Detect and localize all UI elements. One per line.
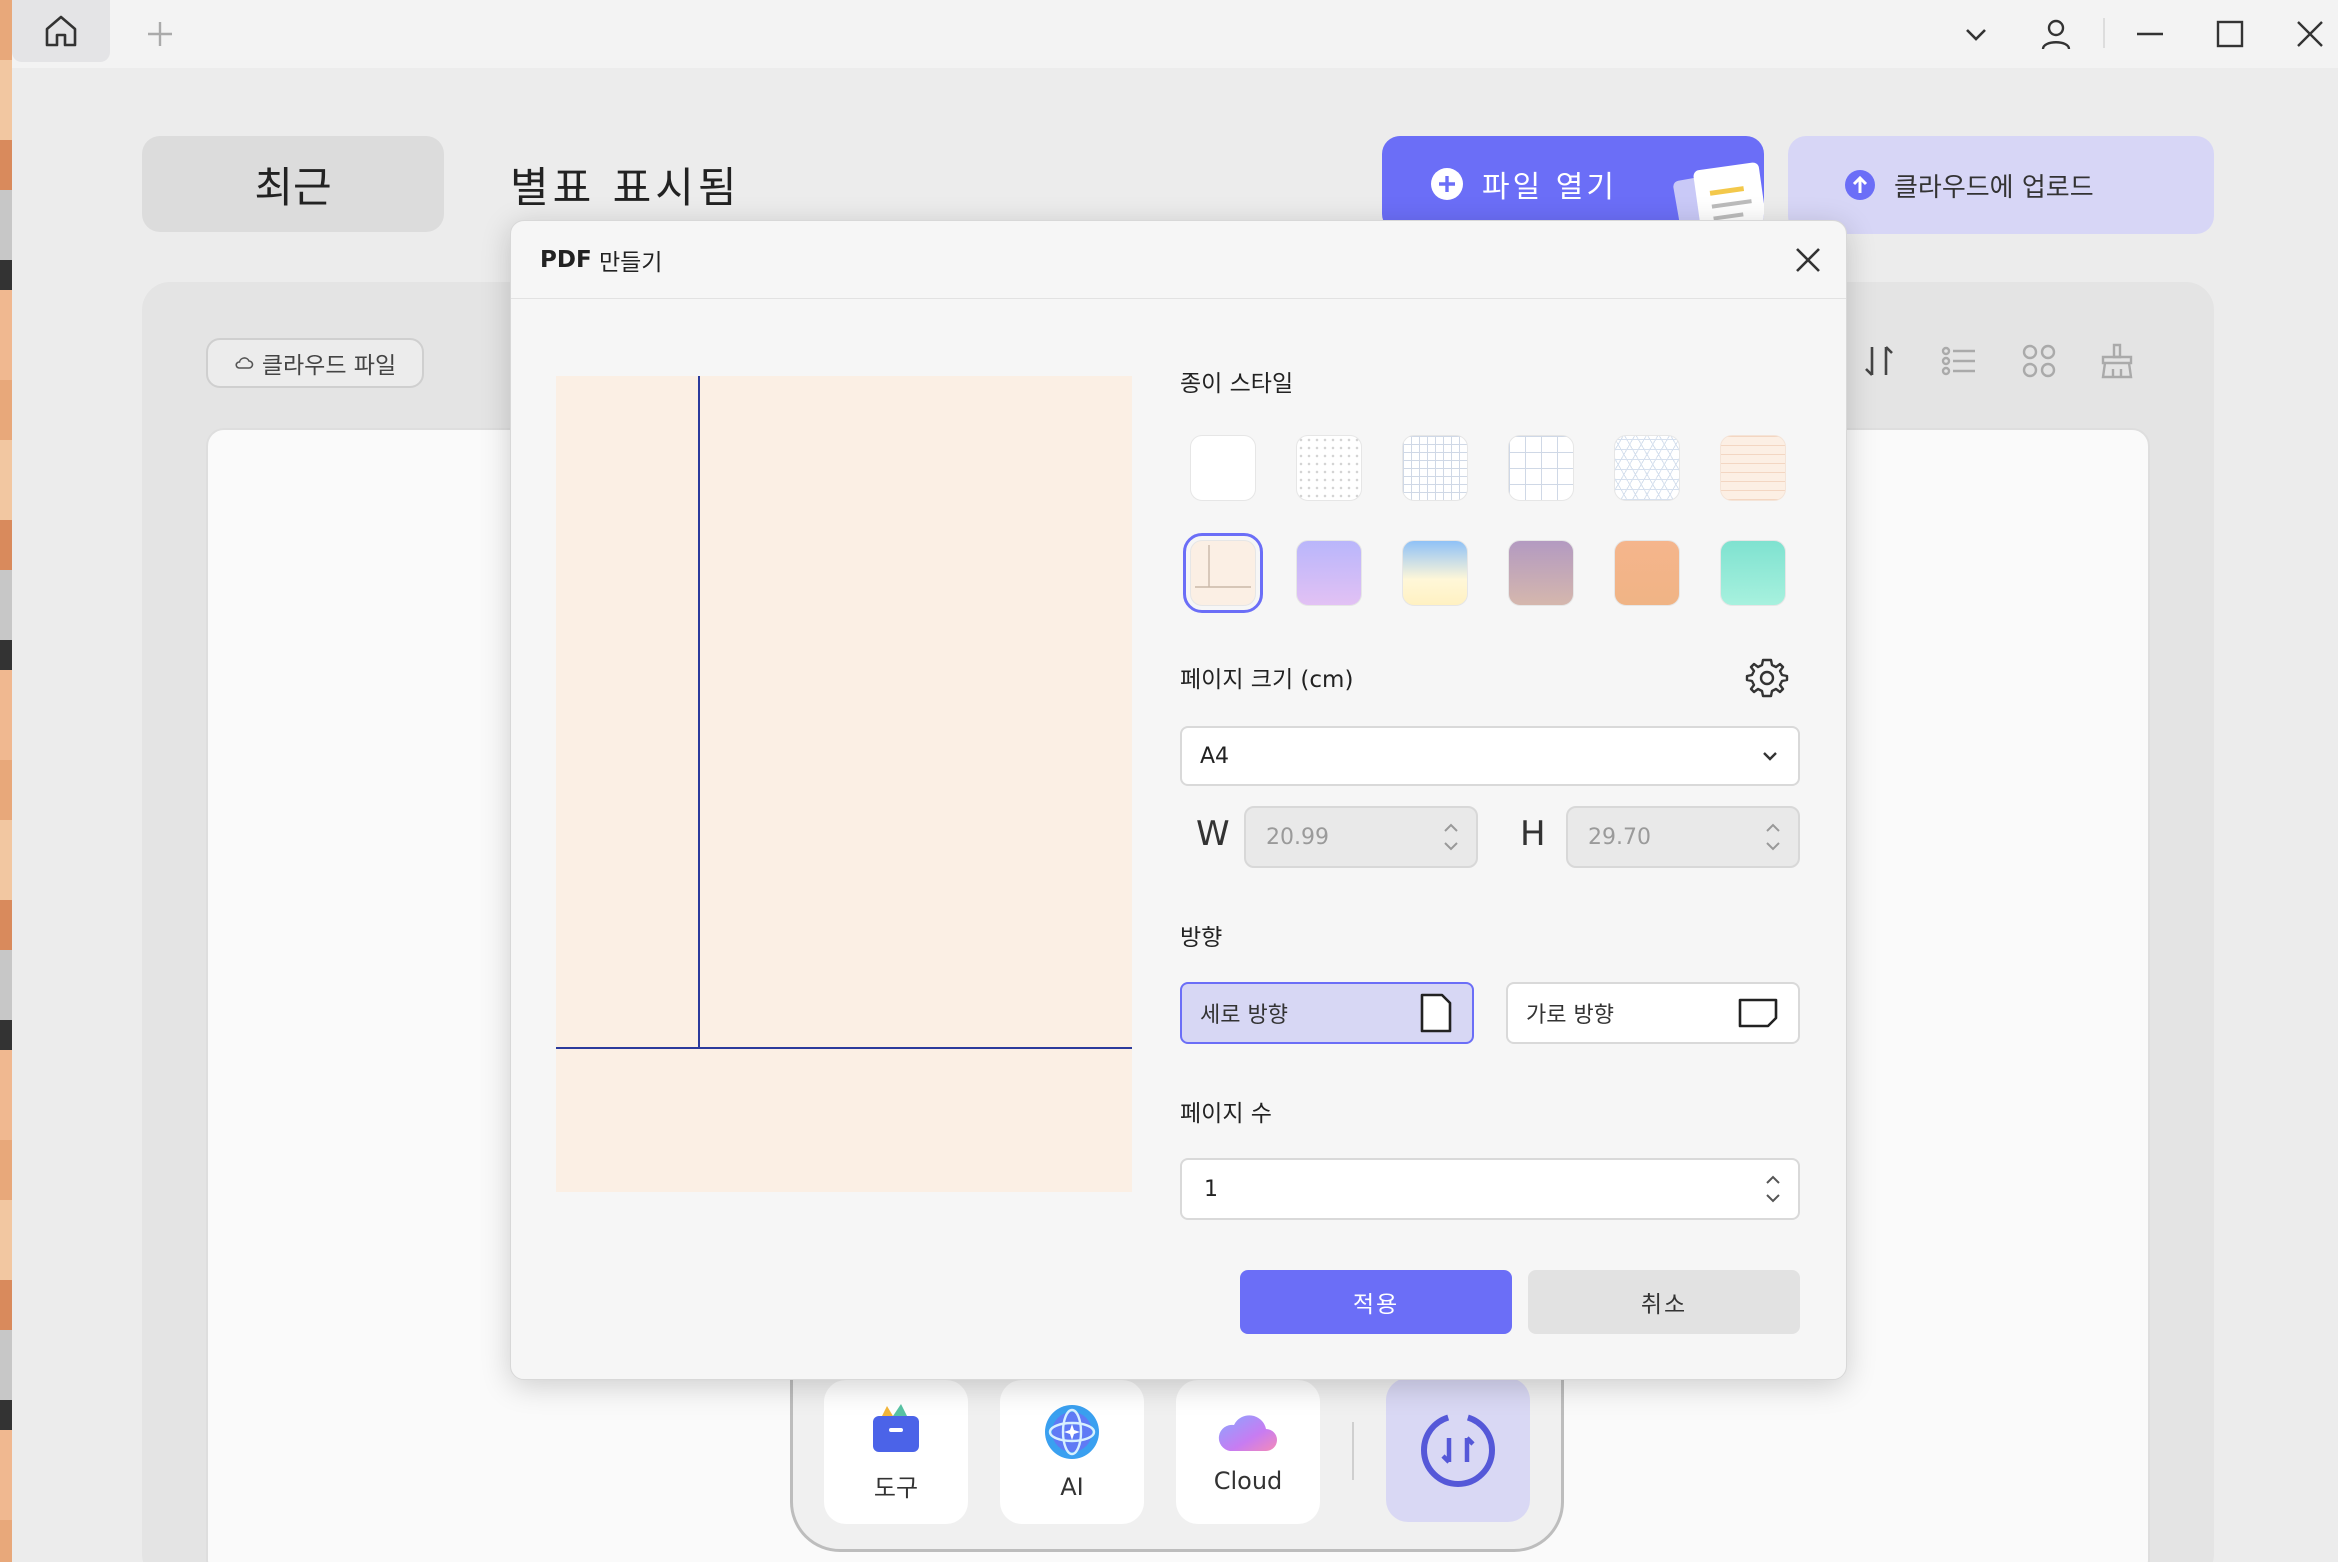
grid-view-icon <box>2022 344 2056 378</box>
dock-ai-button[interactable]: AI <box>1000 1380 1144 1524</box>
cloud-icon <box>235 357 254 369</box>
paper-style-gradient-orange[interactable] <box>1614 540 1680 606</box>
paper-style-cornell-peach[interactable] <box>1183 533 1263 613</box>
width-input[interactable]: 20.99 <box>1244 806 1478 868</box>
dock-cloud-label: Cloud <box>1213 1467 1283 1495</box>
width-value: 20.99 <box>1266 824 1329 850</box>
clean-button[interactable] <box>2094 338 2140 384</box>
page-count-value: 1 <box>1204 1176 1218 1202</box>
dock-ai-label: AI <box>1060 1473 1084 1501</box>
dialog-close-button[interactable] <box>1786 238 1830 282</box>
minimize-button[interactable] <box>2124 10 2176 58</box>
landscape-label: 가로 방향 <box>1526 1003 1614 1028</box>
upload-icon <box>1845 170 1875 200</box>
dock-convert-button[interactable] <box>1386 1378 1530 1522</box>
account-button[interactable] <box>2030 10 2082 58</box>
home-icon <box>45 15 77 47</box>
height-letter: H <box>1520 814 1546 854</box>
desktop-background-strip <box>0 0 12 1562</box>
plus-icon <box>148 22 172 46</box>
preview-summary-line <box>556 1047 1132 1049</box>
apply-button[interactable]: 적용 <box>1240 1270 1512 1334</box>
cloud-files-label: 클라우드 파일 <box>261 353 397 379</box>
paper-style-gradient-lavender[interactable] <box>1296 540 1362 606</box>
paper-style-blank[interactable] <box>1190 435 1256 501</box>
paper-preview <box>556 376 1132 1192</box>
page-size-settings-button[interactable] <box>1744 654 1790 700</box>
sort-button[interactable] <box>1856 338 1902 384</box>
tab-starred[interactable]: 별표 표시됨 <box>510 136 741 232</box>
page-size-label: 페이지 크기 (cm) <box>1180 667 1354 693</box>
upload-to-cloud-button[interactable]: 클라우드에 업로드 <box>1788 136 2214 234</box>
close-icon <box>1796 248 1820 272</box>
dock-tools-label: 도구 <box>873 1473 919 1502</box>
dialog-title: PDF 만들기 <box>540 240 662 280</box>
paper-style-dotted[interactable] <box>1296 435 1362 501</box>
upload-label: 클라우드에 업로드 <box>1894 172 2094 203</box>
portrait-option[interactable]: 세로 방향 <box>1180 982 1474 1044</box>
home-tab[interactable] <box>12 0 110 62</box>
height-value: 29.70 <box>1588 824 1651 850</box>
dock-cloud-button[interactable]: Cloud <box>1176 1380 1320 1524</box>
toolbox-icon <box>873 1403 919 1452</box>
landscape-page-icon <box>1738 998 1778 1028</box>
orientation-label: 방향 <box>1180 925 1223 951</box>
user-icon <box>2041 19 2071 50</box>
cloud-app-icon <box>1218 1415 1277 1451</box>
dialog-title-pdf: PDF <box>540 247 592 273</box>
dock-tools-button[interactable]: 도구 <box>824 1380 968 1524</box>
paper-style-gradient-sky[interactable] <box>1402 540 1468 606</box>
preview-margin-line <box>698 376 700 1048</box>
paper-style-grid-large[interactable] <box>1508 435 1574 501</box>
paper-style-label: 종이 스타일 <box>1180 371 1294 397</box>
paper-style-lined-peach[interactable] <box>1720 435 1786 501</box>
plus-circle-icon <box>1431 168 1463 200</box>
new-tab-button[interactable] <box>140 14 180 54</box>
grid-view-button[interactable] <box>2016 338 2062 384</box>
page-size-value: A4 <box>1200 743 1230 769</box>
paper-style-gradient-mauve[interactable] <box>1508 540 1574 606</box>
paper-style-gradient-mint[interactable] <box>1720 540 1786 606</box>
open-file-button[interactable]: 파일 열기 <box>1382 136 1764 232</box>
dropdown-button[interactable] <box>1950 10 2002 58</box>
paper-style-isometric[interactable] <box>1614 435 1680 501</box>
height-input[interactable]: 29.70 <box>1566 806 1800 868</box>
sort-icon <box>1865 346 1893 376</box>
ai-orb-icon <box>1045 1405 1099 1459</box>
gear-icon <box>1745 658 1789 698</box>
landscape-option[interactable]: 가로 방향 <box>1506 982 1800 1044</box>
convert-icon <box>1421 1413 1495 1487</box>
list-view-icon <box>1941 346 1975 376</box>
portrait-page-icon <box>1420 993 1452 1033</box>
maximize-button[interactable] <box>2204 10 2256 58</box>
cornell-layout-icon <box>1195 545 1251 588</box>
dialog-divider <box>511 298 1846 299</box>
chevron-down-icon <box>1966 29 1986 41</box>
portrait-label: 세로 방향 <box>1200 1003 1288 1028</box>
close-icon <box>2297 21 2323 47</box>
broom-icon <box>2101 343 2133 379</box>
cancel-button[interactable]: 취소 <box>1528 1270 1800 1334</box>
stepper-arrows-icon <box>1766 823 1780 851</box>
open-file-label: 파일 열기 <box>1482 170 1617 205</box>
page-size-select[interactable]: A4 <box>1180 726 1800 786</box>
list-view-button[interactable] <box>1936 338 1982 384</box>
dialog-title-rest: 만들기 <box>591 250 663 276</box>
dock-separator <box>1352 1422 1354 1480</box>
stepper-arrows-icon <box>1766 1175 1780 1203</box>
maximize-icon <box>2216 20 2244 48</box>
page-count-input[interactable]: 1 <box>1180 1158 1800 1220</box>
paper-style-grid-small[interactable] <box>1402 435 1468 501</box>
page-count-label: 페이지 수 <box>1180 1101 1272 1127</box>
width-letter: W <box>1196 814 1230 854</box>
stepper-arrows-icon <box>1444 823 1458 851</box>
titlebar-separator <box>2103 18 2105 48</box>
cloud-files-filter[interactable]: 클라우드 파일 <box>206 338 424 388</box>
close-window-button[interactable] <box>2284 10 2336 58</box>
chevron-down-icon <box>1763 752 1777 761</box>
minimize-icon <box>2137 32 2163 36</box>
tab-recent[interactable]: 최근 <box>142 136 444 232</box>
